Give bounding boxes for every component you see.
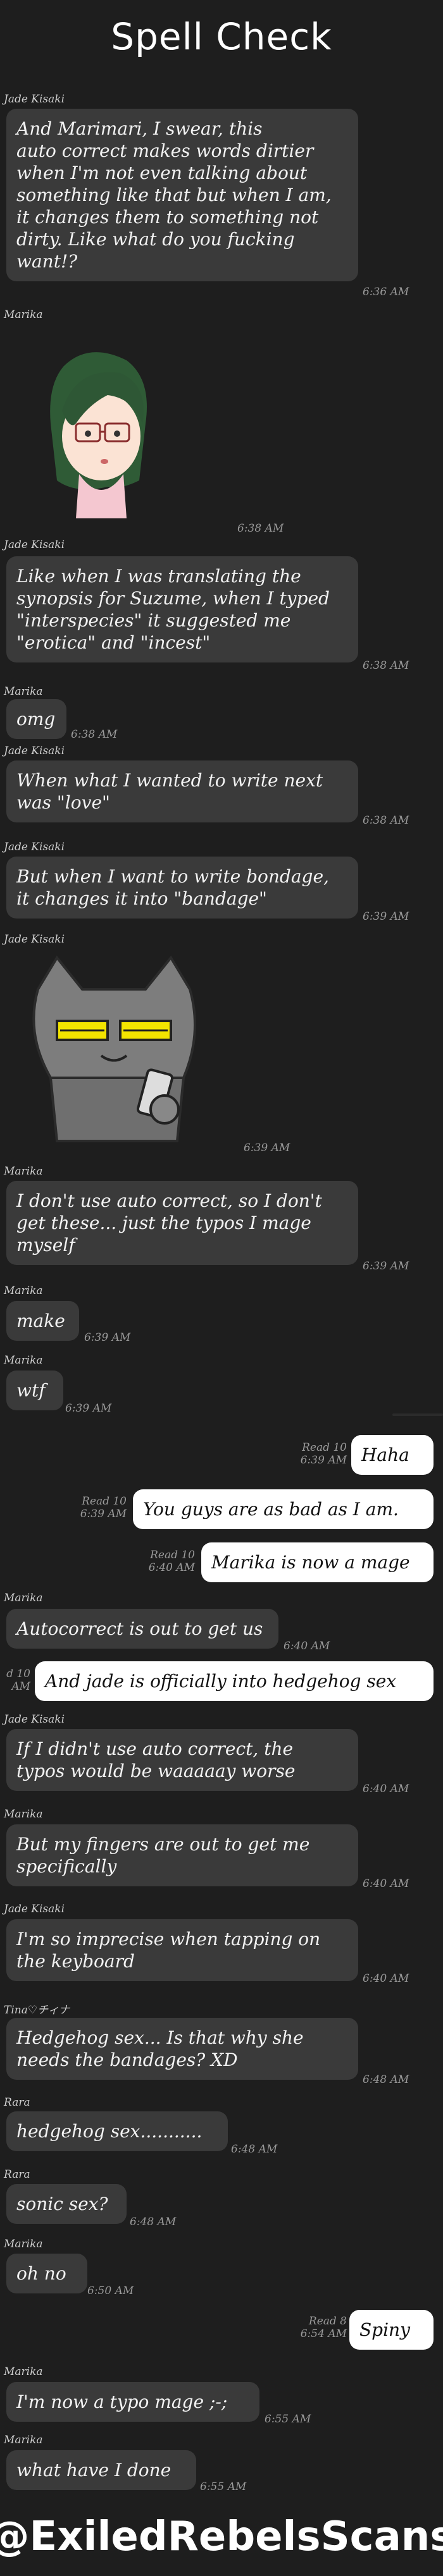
message-time: 6:38 AM <box>363 659 409 672</box>
message-bubble[interactable]: And Marimari, I swear, this auto correct… <box>6 109 358 281</box>
message-bubble-outgoing[interactable]: You guys are as bad as I am. <box>133 1489 434 1529</box>
message-bubble[interactable]: wtf <box>6 1370 63 1410</box>
message-bubble[interactable]: If I didn't use auto correct, the typos … <box>6 1729 358 1791</box>
message-bubble[interactable]: Hedgehog sex... Is that why she needs th… <box>6 2018 358 2080</box>
chat-title: Spell Check <box>111 15 332 58</box>
sender-name: Jade Kisaki <box>4 93 65 106</box>
message-bubble[interactable]: I'm now a typo mage ;-; <box>6 2382 259 2422</box>
message-bubble[interactable]: I don't use auto correct, so I don't get… <box>6 1181 358 1265</box>
message-bubble[interactable]: omg <box>6 699 66 739</box>
message-time: 6:50 AM <box>87 2285 134 2297</box>
message-time: 6:38 AM <box>363 814 409 827</box>
message-time: 6:39 AM <box>363 1260 409 1273</box>
sender-name: Marika <box>4 1592 43 1604</box>
message-bubble-outgoing[interactable]: Haha <box>351 1435 434 1475</box>
message-time: 6:55 AM <box>200 2481 247 2493</box>
message-time: 6:48 AM <box>363 2073 409 2086</box>
message-time: 6:36 AM <box>363 286 409 298</box>
message-time: 6:55 AM <box>265 2413 311 2426</box>
sender-name: Rara <box>4 2168 30 2181</box>
message-bubble[interactable]: When what I wanted to write next was "lo… <box>6 760 358 822</box>
sender-name: Jade Kisaki <box>4 539 65 551</box>
message-bubble[interactable]: hedgehog sex........... <box>6 2111 228 2151</box>
read-receipt: Read 10 6:39 AM <box>300 1441 347 1467</box>
sender-name: Tina♡チィナ <box>4 2004 70 2017</box>
message-bubble-outgoing[interactable]: Marika is now a mage <box>201 1542 434 1582</box>
message-bubble[interactable]: Autocorrect is out to get us <box>6 1609 278 1649</box>
sender-name: Jade Kisaki <box>4 745 65 757</box>
sender-name: Rara <box>4 2096 30 2109</box>
sender-name: Marika <box>4 1808 43 1821</box>
sender-name: Marika <box>4 2434 43 2446</box>
message-time: 6:39 AM <box>84 1331 131 1344</box>
sender-name: Jade Kisaki <box>4 933 65 946</box>
message-bubble[interactable]: sonic sex? <box>6 2184 127 2224</box>
sender-name: Jade Kisaki <box>4 1903 65 1915</box>
message-time: 6:48 AM <box>231 2143 278 2156</box>
message-time: 6:48 AM <box>130 2216 177 2228</box>
message-bubble[interactable]: make <box>6 1301 79 1341</box>
read-receipt: Read 10 6:40 AM <box>148 1549 195 1574</box>
read-receipt: Read 8 6:54 AM <box>300 2315 347 2340</box>
message-bubble-outgoing[interactable]: And jade is officially into hedgehog sex <box>35 1661 434 1701</box>
message-time: 6:39 AM <box>363 910 409 923</box>
watermark-credit: @ExiledRebelsScans <box>0 2513 443 2560</box>
sender-name: Jade Kisaki <box>4 841 65 853</box>
sender-name: Marika <box>4 1354 43 1367</box>
sender-name: Marika <box>4 685 43 698</box>
message-time: 6:40 AM <box>284 1640 330 1652</box>
sender-name: Marika <box>4 308 43 321</box>
message-time: 6:39 AM <box>65 1402 112 1415</box>
message-time: 6:40 AM <box>363 1877 409 1890</box>
message-bubble[interactable]: But my fingers are out to get me specifi… <box>6 1824 358 1886</box>
sender-name: Marika <box>4 1165 43 1178</box>
gray-cat-sticker[interactable] <box>13 951 215 1147</box>
read-receipt: Read 10 6:39 AM <box>80 1495 127 1520</box>
message-time: 6:40 AM <box>363 1783 409 1795</box>
sender-name: Marika <box>4 2365 43 2378</box>
sender-name: Jade Kisaki <box>4 1713 65 1726</box>
message-bubble[interactable]: what have I done <box>6 2450 196 2490</box>
message-time: 6:39 AM <box>244 1142 290 1154</box>
sender-name: Marika <box>4 2238 43 2250</box>
sender-name: Marika <box>4 1285 43 1297</box>
message-bubble[interactable]: Like when I was translating the synopsis… <box>6 556 358 662</box>
divider <box>392 1413 443 1416</box>
message-bubble[interactable]: But when I want to write bondage, it cha… <box>6 857 358 919</box>
read-receipt: d 10 AM <box>6 1668 30 1693</box>
message-time: 6:38 AM <box>237 522 284 535</box>
message-bubble[interactable]: I'm so imprecise when tapping on the key… <box>6 1919 358 1981</box>
anime-girl-sticker[interactable] <box>13 329 177 518</box>
message-bubble[interactable]: oh no <box>6 2254 87 2293</box>
message-time: 6:40 AM <box>363 1972 409 1985</box>
message-bubble-outgoing[interactable]: Spiny <box>349 2310 434 2350</box>
message-time: 6:38 AM <box>71 728 118 741</box>
